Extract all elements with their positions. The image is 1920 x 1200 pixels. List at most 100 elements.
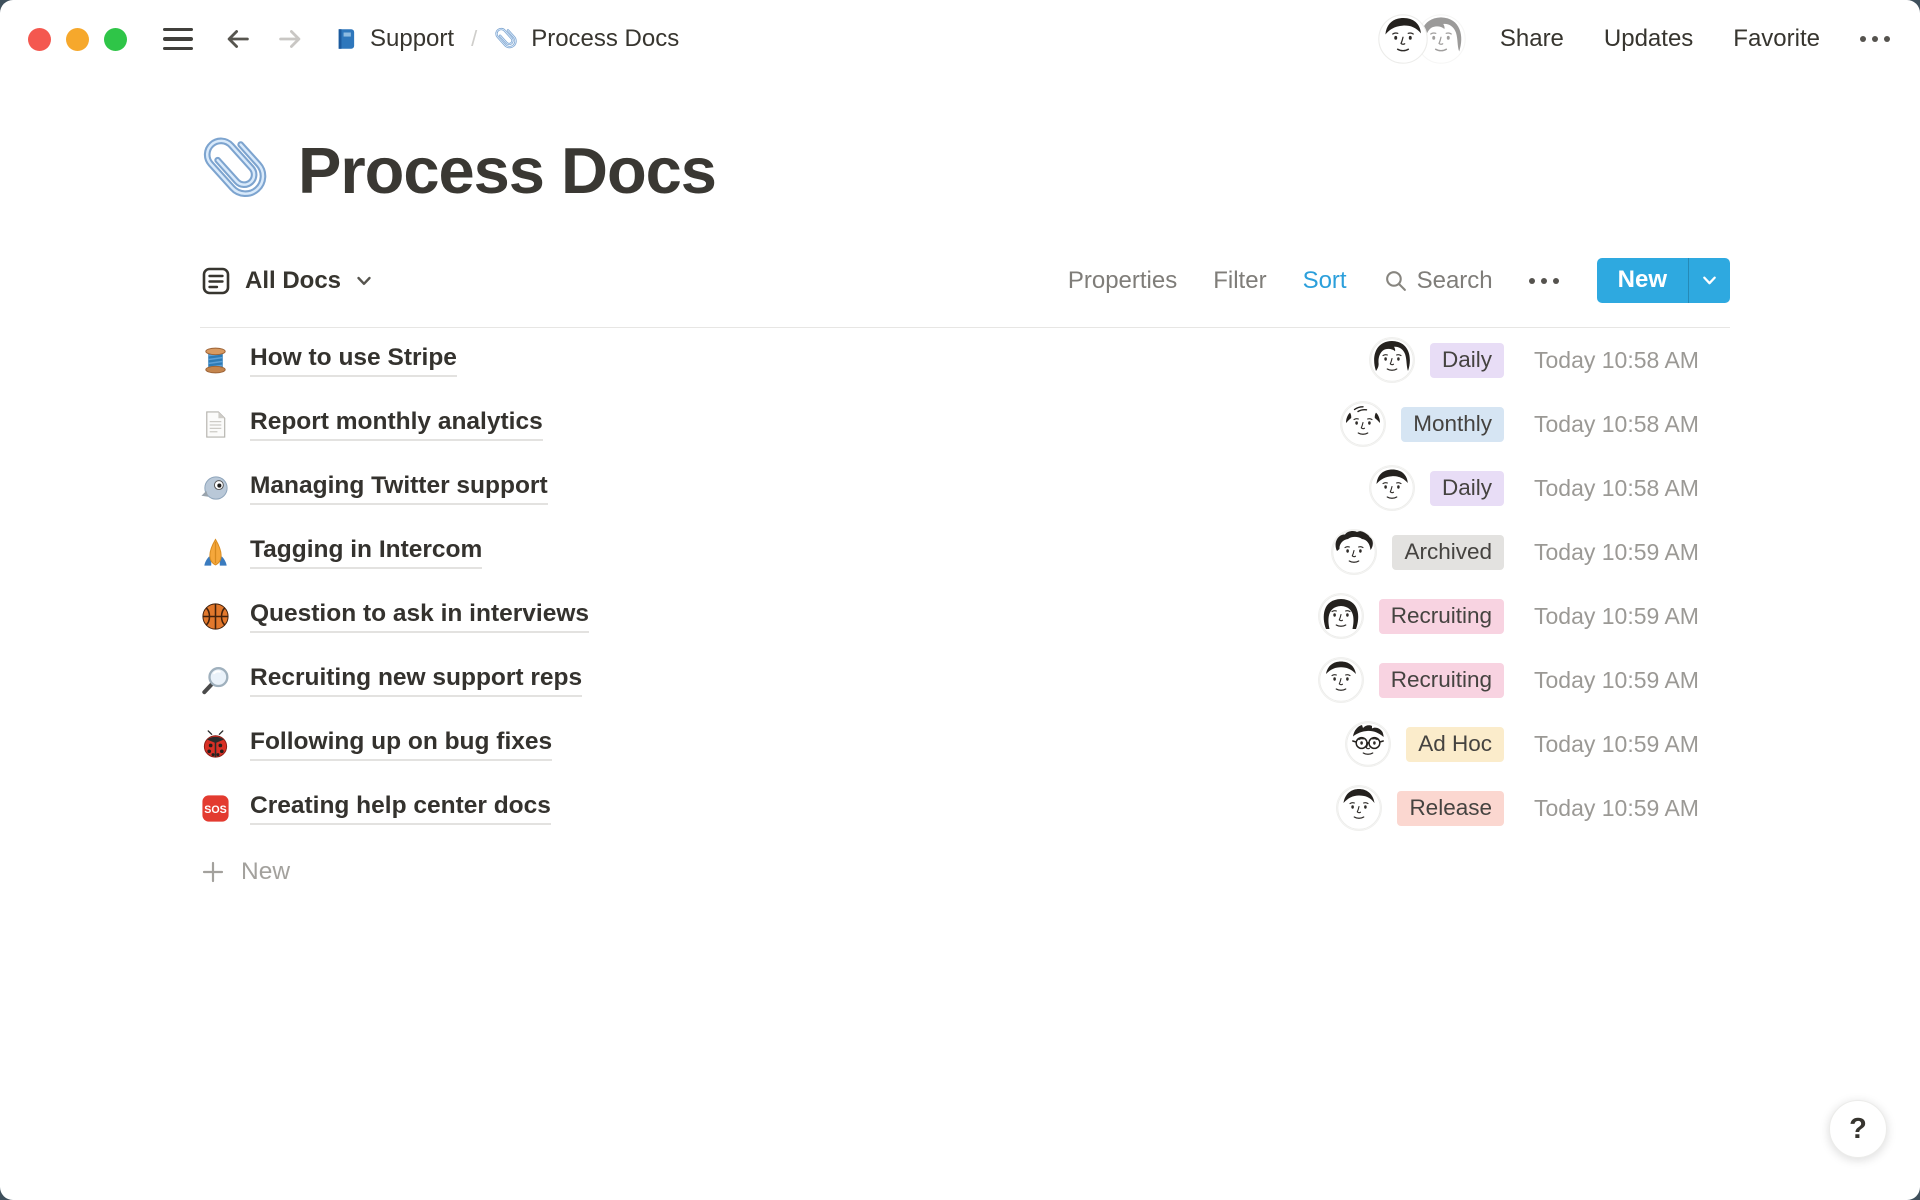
person-and-tag-cell[interactable]: Ad Hoc	[1256, 722, 1504, 766]
chevron-down-icon	[1700, 271, 1719, 290]
breadcrumb-label: Support	[370, 25, 454, 53]
avatar	[1370, 466, 1414, 510]
table-row[interactable]: Question to ask in interviews Recruiting…	[200, 584, 1730, 648]
collaborator-avatars[interactable]	[1378, 14, 1466, 64]
doc-title[interactable]: Recruiting new support reps	[250, 663, 582, 696]
sidebar-menu-icon[interactable]	[163, 28, 193, 50]
person-and-tag-cell[interactable]: Archived	[1256, 530, 1504, 574]
edited-time[interactable]: Today 10:59 AM	[1534, 667, 1730, 694]
doc-title[interactable]: Question to ask in interviews	[250, 599, 589, 632]
window-titlebar: Support / Process Docs Share Updates Fav…	[0, 0, 1920, 78]
thread-spool-icon	[200, 345, 231, 376]
search-icon	[1383, 268, 1408, 293]
person-and-tag-cell[interactable]: Recruiting	[1256, 658, 1504, 702]
person-and-tag-cell[interactable]: Release	[1256, 786, 1504, 830]
close-window-button[interactable]	[28, 28, 51, 51]
tag-badge[interactable]: Recruiting	[1379, 663, 1504, 698]
doc-title[interactable]: Creating help center docs	[250, 791, 551, 824]
edited-time[interactable]: Today 10:59 AM	[1534, 539, 1730, 566]
edited-time[interactable]: Today 10:59 AM	[1534, 603, 1730, 630]
view-switcher-all-docs[interactable]: All Docs	[200, 265, 374, 297]
plus-icon	[200, 859, 226, 885]
avatar	[1341, 402, 1385, 446]
doc-title[interactable]: Following up on bug fixes	[250, 727, 552, 760]
more-options-icon[interactable]	[1860, 36, 1890, 42]
share-button[interactable]: Share	[1500, 25, 1564, 53]
doc-title[interactable]: Managing Twitter support	[250, 471, 548, 504]
folded-hands-icon	[200, 537, 231, 568]
chevron-down-icon	[354, 271, 374, 291]
paperclip-icon[interactable]	[200, 132, 276, 208]
edited-time[interactable]: Today 10:58 AM	[1534, 475, 1730, 502]
person-and-tag-cell[interactable]: Daily	[1256, 466, 1504, 510]
table-row[interactable]: Recruiting new support reps Recruiting T…	[200, 648, 1730, 712]
table-row[interactable]: How to use Stripe Daily Today 10:58 AM	[200, 328, 1730, 392]
paperclip-icon	[494, 26, 520, 52]
traffic-lights	[28, 28, 127, 51]
doc-title[interactable]: How to use Stripe	[250, 343, 457, 376]
properties-button[interactable]: Properties	[1068, 267, 1177, 295]
tag-badge[interactable]: Release	[1397, 791, 1504, 826]
edited-time[interactable]: Today 10:58 AM	[1534, 411, 1730, 438]
edited-time[interactable]: Today 10:59 AM	[1534, 731, 1730, 758]
tag-badge[interactable]: Recruiting	[1379, 599, 1504, 634]
search-label: Search	[1417, 267, 1493, 295]
avatar	[1319, 658, 1363, 702]
blue-book-icon	[333, 26, 359, 52]
table-row[interactable]: SOS Creating help center docs Release To…	[200, 776, 1730, 840]
doc-title[interactable]: Report monthly analytics	[250, 407, 543, 440]
person-and-tag-cell[interactable]: Recruiting	[1256, 594, 1504, 638]
edited-time[interactable]: Today 10:58 AM	[1534, 347, 1730, 374]
tag-badge[interactable]: Daily	[1430, 343, 1504, 378]
updates-button[interactable]: Updates	[1604, 25, 1693, 53]
table-row[interactable]: Tagging in Intercom Archived Today 10:59…	[200, 520, 1730, 584]
forward-arrow-icon[interactable]	[275, 24, 305, 54]
tag-badge[interactable]: Ad Hoc	[1406, 727, 1504, 762]
new-split-button[interactable]: New	[1597, 258, 1730, 303]
sort-button[interactable]: Sort	[1303, 267, 1347, 295]
notion-window: Support / Process Docs Share Updates Fav…	[0, 0, 1920, 1200]
search-button[interactable]: Search	[1383, 267, 1493, 295]
avatar	[1346, 722, 1390, 766]
avatar	[1370, 338, 1414, 382]
new-button-dropdown[interactable]	[1688, 258, 1730, 303]
bird-icon	[200, 473, 231, 504]
zoom-window-button[interactable]	[104, 28, 127, 51]
add-new-row-button[interactable]: New	[200, 840, 1730, 904]
breadcrumb-item-process-docs[interactable]: Process Docs	[494, 25, 679, 53]
filter-button[interactable]: Filter	[1213, 267, 1266, 295]
help-button[interactable]: ?	[1829, 1100, 1887, 1158]
minimize-window-button[interactable]	[66, 28, 89, 51]
tag-badge[interactable]: Daily	[1430, 471, 1504, 506]
tag-badge[interactable]: Archived	[1392, 535, 1504, 570]
docs-list: How to use Stripe Daily Today 10:58 AM R…	[200, 328, 1730, 904]
ladybug-icon	[200, 729, 231, 760]
avatar	[1332, 530, 1376, 574]
back-arrow-icon[interactable]	[223, 24, 253, 54]
collection-toolbar: All Docs Properties Filter Sort Search N…	[200, 258, 1730, 303]
table-view-icon	[200, 265, 232, 297]
new-button[interactable]: New	[1597, 258, 1688, 303]
avatar	[1337, 786, 1381, 830]
sos-icon: SOS	[200, 793, 231, 824]
table-row[interactable]: Managing Twitter support Daily Today 10:…	[200, 456, 1730, 520]
view-name: All Docs	[245, 267, 341, 295]
view-options-icon[interactable]	[1529, 278, 1559, 284]
table-row[interactable]: Following up on bug fixes Ad Hoc Today 1…	[200, 712, 1730, 776]
table-row[interactable]: Report monthly analytics Monthly Today 1…	[200, 392, 1730, 456]
magnifying-glass-icon	[200, 665, 231, 696]
avatar	[1319, 594, 1363, 638]
breadcrumb-separator: /	[471, 26, 477, 52]
page-document-icon	[200, 409, 231, 440]
doc-title[interactable]: Tagging in Intercom	[250, 535, 482, 568]
breadcrumb: Support / Process Docs	[333, 25, 679, 53]
breadcrumb-item-support[interactable]: Support	[333, 25, 454, 53]
favorite-button[interactable]: Favorite	[1733, 25, 1820, 53]
person-and-tag-cell[interactable]: Monthly	[1256, 402, 1504, 446]
page-title[interactable]: Process Docs	[298, 133, 716, 208]
person-and-tag-cell[interactable]: Daily	[1256, 338, 1504, 382]
collaborator-avatar-man	[1378, 14, 1428, 64]
edited-time[interactable]: Today 10:59 AM	[1534, 795, 1730, 822]
svg-text:SOS: SOS	[204, 803, 226, 815]
tag-badge[interactable]: Monthly	[1401, 407, 1504, 442]
